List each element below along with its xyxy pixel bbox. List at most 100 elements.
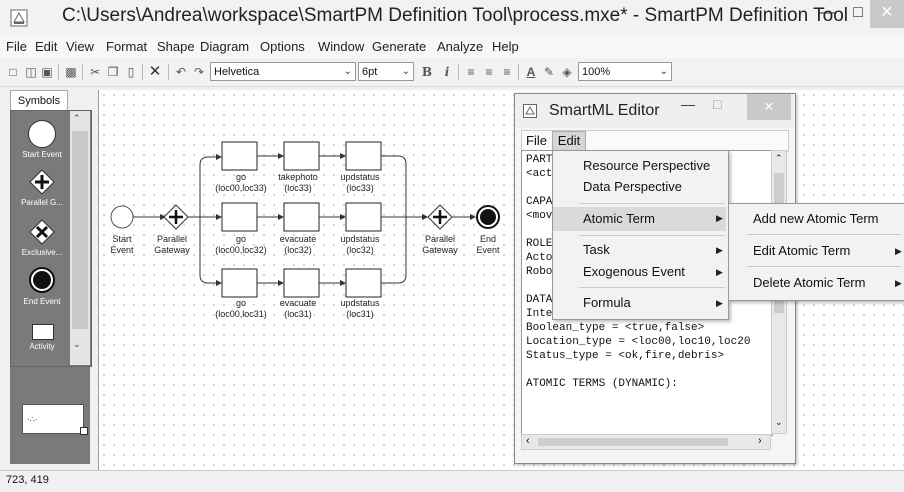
task-label: takephoto (loc33)	[278, 172, 318, 193]
menu-separator	[747, 234, 901, 235]
editor-menu-edit[interactable]: Edit	[552, 131, 586, 151]
chevron-down-icon: ⌄	[401, 66, 410, 77]
palette-scrollbar[interactable]: ⌃ ⌄	[70, 111, 90, 365]
chevron-down-icon[interactable]: ⌄	[775, 417, 783, 428]
task-go-row1[interactable]	[221, 141, 258, 171]
chevron-up-icon[interactable]: ⌃	[775, 153, 783, 164]
menu-edit[interactable]: Edit	[35, 39, 57, 54]
menu-format[interactable]: Format	[106, 39, 147, 54]
menu-item-data-perspective[interactable]: Data Perspective	[553, 177, 728, 199]
palette-parallel-gateway[interactable]: Parallel G...	[12, 168, 72, 210]
align-center-icon[interactable]: ≡	[482, 65, 496, 79]
start-event[interactable]	[110, 205, 134, 229]
close-button[interactable]: ✕	[747, 94, 791, 120]
menu-bar: File Edit View Format Shape Diagram Opti…	[0, 36, 904, 58]
font-size-select[interactable]: 6pt ⌄	[358, 62, 414, 81]
menu-file[interactable]: File	[6, 39, 27, 54]
palette-start-event[interactable]: Start Event	[12, 118, 72, 162]
line-color-icon[interactable]: ✎	[542, 65, 556, 79]
menu-item-delete-atomic-term[interactable]: Delete Atomic Term ▶	[729, 272, 904, 294]
zoom-select[interactable]: 100% ⌄	[578, 62, 672, 81]
tab-symbols[interactable]: Symbols	[10, 90, 68, 111]
undo-icon[interactable]: ↶	[174, 65, 188, 79]
menu-shape[interactable]: Shape	[157, 39, 195, 54]
delete-icon[interactable]: ✕	[148, 64, 162, 79]
menu-options[interactable]: Options	[260, 39, 305, 54]
menu-item-resource-perspective[interactable]: Resource Perspective	[553, 155, 728, 177]
menu-item-exogenous-event[interactable]: Exogenous Event ▶	[553, 261, 728, 283]
end-event-icon	[29, 267, 55, 293]
resize-handle[interactable]	[80, 427, 88, 435]
scroll-thumb[interactable]	[72, 131, 88, 329]
task-updstatus-row1[interactable]	[345, 141, 382, 171]
italic-icon[interactable]: i	[440, 65, 454, 79]
menu-item-add-atomic-term[interactable]: Add new Atomic Term	[729, 208, 904, 230]
redo-icon[interactable]: ↷	[192, 65, 206, 79]
minimize-button[interactable]: —	[681, 96, 695, 112]
scroll-thumb[interactable]	[538, 438, 728, 446]
paste-icon[interactable]: ▯	[124, 65, 138, 79]
task-updstatus-row3[interactable]	[345, 268, 382, 298]
window-title: C:\Users\Andrea\workspace\SmartPM Defini…	[62, 5, 848, 26]
chevron-right-icon: ▶	[895, 246, 902, 256]
task-evacuate-row2[interactable]	[283, 202, 320, 232]
task-go-row2[interactable]	[221, 202, 258, 232]
edit-menu-popup: Resource Perspective Data Perspective At…	[552, 150, 729, 320]
open-icon[interactable]: ◫	[24, 65, 38, 79]
menu-item-formula[interactable]: Formula ▶	[553, 293, 728, 315]
chevron-right-icon: ▶	[895, 278, 902, 288]
menu-window[interactable]: Window	[318, 39, 364, 54]
palette-end-event[interactable]: End Event	[12, 266, 72, 310]
palette-exclusive-gateway[interactable]: Exclusive...	[12, 218, 72, 260]
editor-title-bar: SmartML Editor — □ ✕	[515, 94, 795, 128]
maximize-button[interactable]: □	[713, 96, 721, 112]
menu-separator	[579, 235, 725, 236]
toolbar-separator	[458, 64, 459, 80]
cursor-coordinates: 723, 419	[6, 474, 49, 486]
font-select[interactable]: Helvetica ⌄	[210, 62, 356, 81]
task-evacuate-row3[interactable]	[283, 268, 320, 298]
task-takephoto[interactable]	[283, 141, 320, 171]
toolbar-separator	[58, 64, 59, 80]
new-icon[interactable]: □	[6, 65, 20, 79]
editor-title: SmartML Editor	[549, 102, 660, 119]
chevron-up-icon[interactable]: ⌃	[73, 113, 81, 124]
minimize-button[interactable]: —	[808, 0, 846, 28]
task-updstatus-row2[interactable]	[345, 202, 382, 232]
palette-activity[interactable]: Activity	[12, 320, 72, 360]
chevron-right-icon[interactable]: ›	[758, 435, 762, 447]
menu-item-task[interactable]: Task ▶	[553, 239, 728, 261]
fill-color-icon[interactable]: ◈	[560, 65, 574, 79]
palette-label: Parallel G...	[21, 198, 63, 207]
close-button[interactable]: ✕	[870, 0, 904, 28]
task-label: evacuate (loc31)	[279, 298, 317, 319]
font-color-icon[interactable]: A	[524, 65, 538, 79]
menu-item-edit-atomic-term[interactable]: Edit Atomic Term ▶	[729, 240, 904, 262]
menu-analyze[interactable]: Analyze	[437, 39, 483, 54]
status-bar: 723, 419	[0, 470, 904, 492]
menu-item-atomic-term[interactable]: Atomic Term ▶	[553, 207, 726, 231]
editor-line: Location_type = <loc00,loc10,loc20	[526, 336, 751, 348]
chevron-left-icon[interactable]: ‹	[526, 435, 530, 447]
copy-icon[interactable]: ❐	[106, 65, 120, 79]
bold-icon[interactable]: B	[420, 65, 434, 79]
menu-generate[interactable]: Generate	[372, 39, 426, 54]
chevron-down-icon[interactable]: ⌄	[73, 339, 81, 350]
menu-view[interactable]: View	[66, 39, 94, 54]
task-go-row3[interactable]	[221, 268, 258, 298]
save-icon[interactable]: ▣	[40, 65, 54, 79]
editor-menu-file[interactable]: File	[526, 133, 547, 148]
editor-line: Boolean_type = <true,false>	[526, 322, 705, 334]
editor-horizontal-scrollbar[interactable]: ‹ ›	[521, 434, 771, 450]
task-label: updstatus (loc33)	[340, 172, 380, 193]
exclusive-gateway-icon	[29, 219, 55, 245]
menu-help[interactable]: Help	[492, 39, 519, 54]
maximize-button[interactable]: □	[846, 0, 870, 28]
print-icon[interactable]: ▩	[64, 65, 78, 79]
menu-diagram[interactable]: Diagram	[200, 39, 249, 54]
align-left-icon[interactable]: ≡	[464, 65, 478, 79]
chevron-down-icon: ⌄	[659, 66, 668, 77]
align-right-icon[interactable]: ≡	[500, 65, 514, 79]
cut-icon[interactable]: ✂	[88, 65, 102, 79]
overview-viewport[interactable]: ·∴·	[22, 404, 84, 434]
